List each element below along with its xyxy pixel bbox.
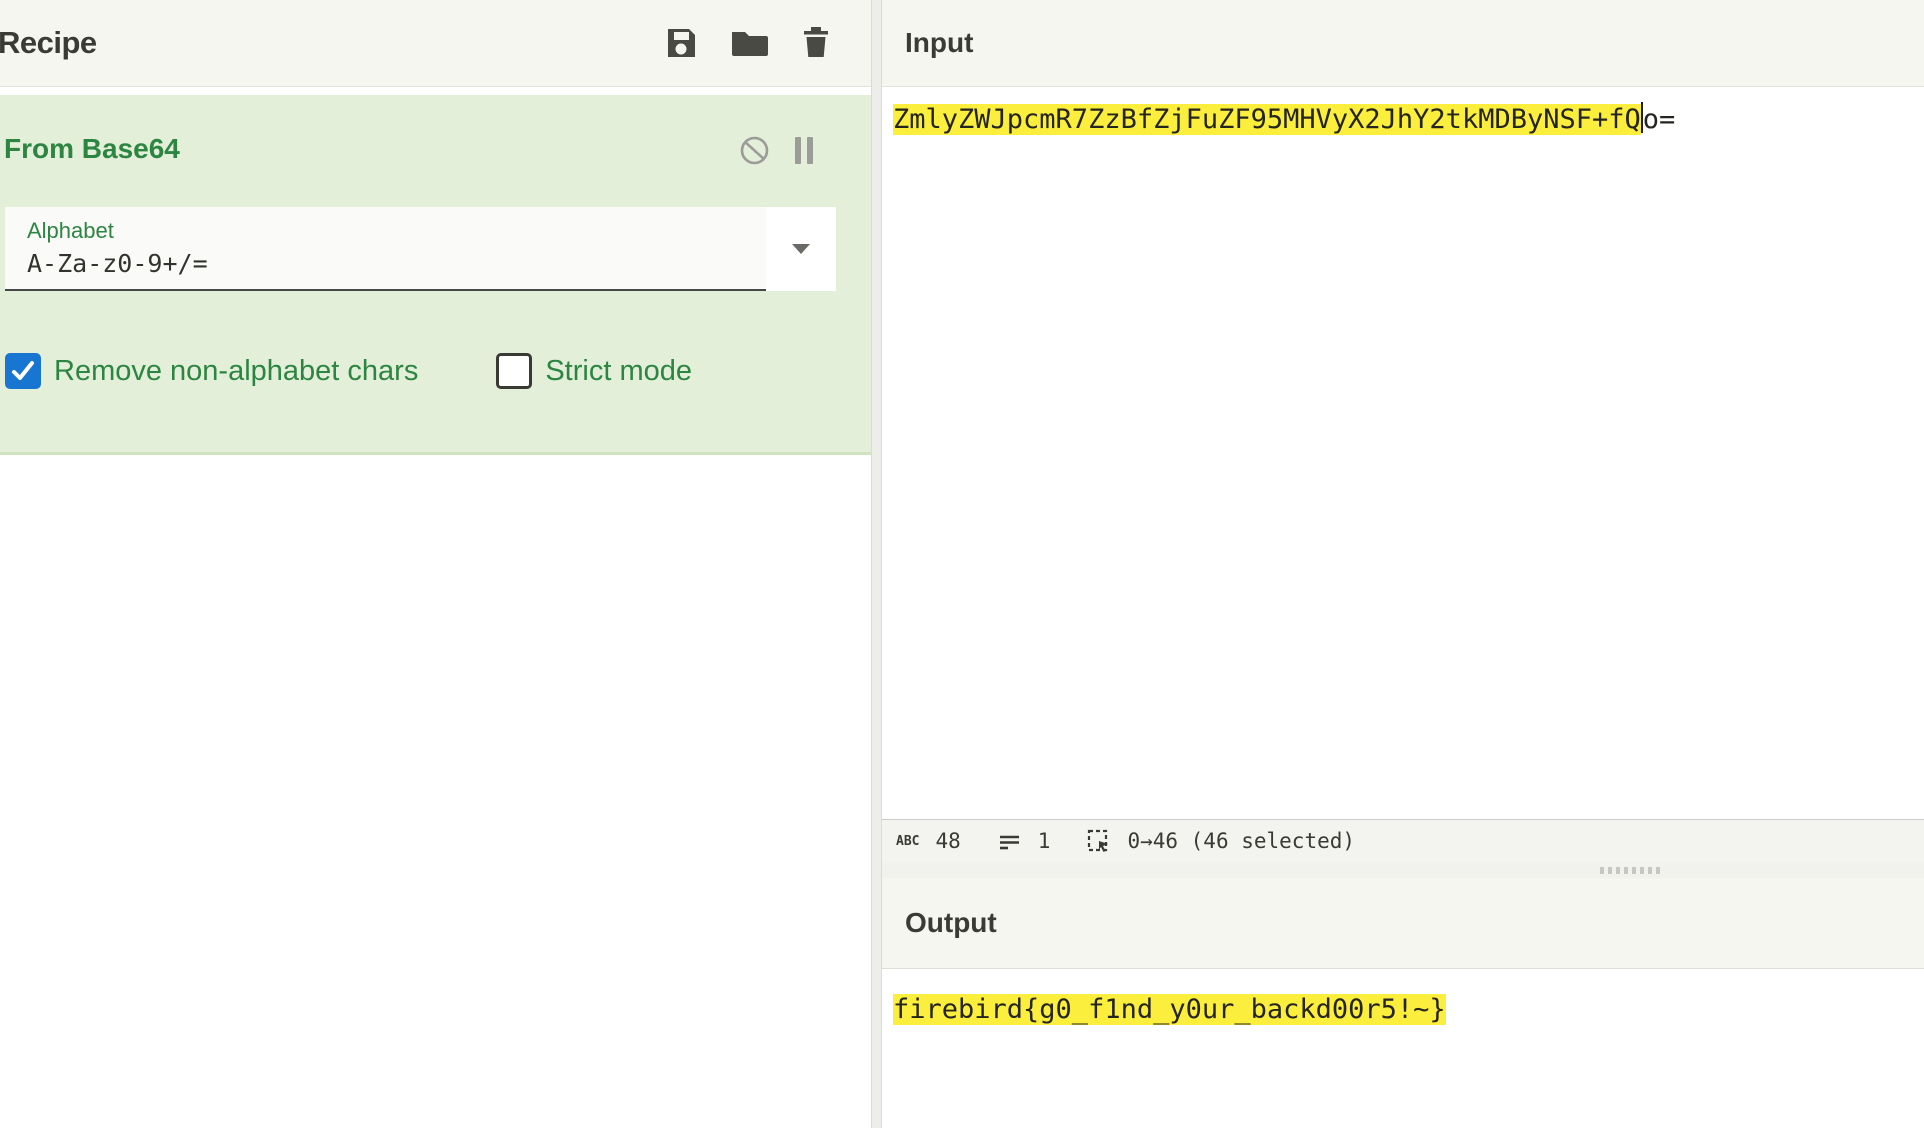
selection-range-text: 0→46 (46 selected) (1127, 829, 1355, 853)
clear-recipe-trash-icon[interactable] (797, 23, 835, 63)
operation-name: From Base64 (4, 133, 180, 165)
selection-icon (1086, 828, 1113, 855)
load-recipe-folder-icon[interactable] (727, 23, 771, 63)
input-title: Input (905, 27, 973, 59)
alphabet-value[interactable]: A-Za-z0-9+/= (27, 249, 766, 278)
input-tail-text: o= (1643, 104, 1676, 135)
output-header: Output (882, 878, 1924, 969)
recipe-title: Recipe (0, 25, 97, 61)
output-textarea[interactable]: firebird{g0_f1nd_y0ur_backd00r5!~} (882, 969, 1924, 1128)
char-count-icon: ABC (896, 834, 919, 849)
line-count-value: 1 (1038, 829, 1051, 853)
alphabet-field[interactable]: Alphabet A-Za-z0-9+/= (5, 207, 766, 291)
checkbox-remove[interactable] (5, 353, 41, 389)
input-header: Input (882, 0, 1924, 87)
alphabet-label: Alphabet (27, 218, 766, 244)
recipe-panel: Recipe (0, 0, 871, 1128)
checkmark-icon (9, 357, 37, 385)
panel-resize-divider[interactable] (871, 0, 882, 1128)
input-selected-text: ZmlyZWJpcmR7ZzBfZjFuZF95MHVyX2JhY2tkMDBy… (893, 104, 1641, 135)
output-text: firebird{g0_f1nd_y0ur_backd00r5!~} (893, 994, 1446, 1025)
checkbox-strict[interactable] (496, 353, 532, 389)
input-status-bar: ABC 48 1 0→46 (46 selected) (882, 819, 1924, 862)
save-recipe-icon[interactable] (661, 23, 701, 63)
breakpoint-pause-icon[interactable] (792, 135, 816, 171)
operation-from-base64[interactable]: From Base64 Alphabet A-Za-z0-9+/= (0, 95, 871, 455)
drag-handle-icon[interactable] (1600, 867, 1662, 874)
char-count-value: 48 (935, 829, 960, 853)
recipe-header: Recipe (0, 0, 871, 87)
input-textarea[interactable]: ZmlyZWJpcmR7ZzBfZjFuZF95MHVyX2JhY2tkMDBy… (882, 87, 1924, 819)
checkbox-remove-label[interactable]: Remove non-alphabet chars (54, 355, 418, 388)
disable-operation-icon[interactable] (739, 135, 770, 171)
line-count-icon (997, 829, 1022, 853)
io-resize-gutter[interactable] (882, 862, 1924, 878)
io-panel: Input ZmlyZWJpcmR7ZzBfZjFuZF95MHVyX2JhY2… (882, 0, 1924, 1128)
chevron-down-icon (792, 244, 810, 254)
alphabet-dropdown-button[interactable] (766, 207, 836, 291)
output-title: Output (905, 907, 997, 939)
checkbox-strict-label[interactable]: Strict mode (545, 355, 692, 388)
